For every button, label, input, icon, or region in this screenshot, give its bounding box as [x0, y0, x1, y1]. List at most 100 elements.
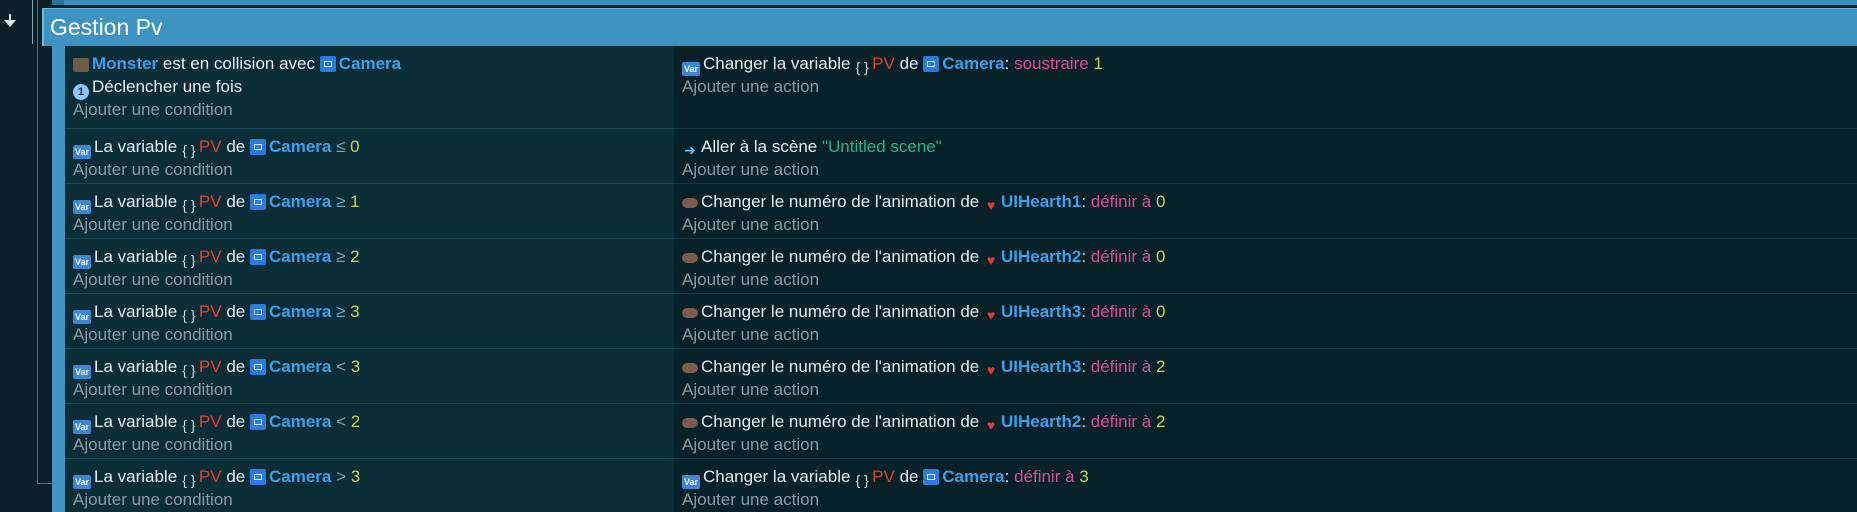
add-action-label[interactable]: Ajouter une action [682, 160, 819, 179]
condition-variable-compare[interactable]: Var La variable { } PV de Camera > 3 [73, 465, 360, 489]
variable-name[interactable]: PV [199, 137, 222, 156]
add-condition-link[interactable]: Ajouter une condition [73, 488, 233, 512]
variable-name[interactable]: PV [199, 412, 222, 431]
variable-name[interactable]: PV [872, 467, 895, 486]
add-action-label[interactable]: Ajouter une action [682, 490, 819, 509]
condition-variable-compare[interactable]: Var La variable { } PV de Camera ≥ 2 [73, 245, 360, 269]
object-name[interactable]: Monster [92, 54, 158, 73]
add-action-label[interactable]: Ajouter une action [682, 215, 819, 234]
variable-name[interactable]: PV [199, 357, 222, 376]
action-anim[interactable]: Changer le numéro de l'animation de ♥ UIH… [682, 410, 1165, 434]
add-condition-label[interactable]: Ajouter une condition [73, 435, 233, 454]
add-condition-label[interactable]: Ajouter une condition [73, 100, 233, 119]
object-name[interactable]: Camera [339, 54, 401, 73]
operation[interactable]: définir à [1091, 302, 1151, 321]
action-anim[interactable]: Changer le numéro de l'animation de ♥ UIH… [682, 300, 1165, 324]
operation[interactable]: définir à [1091, 247, 1151, 266]
add-condition-link[interactable]: Ajouter une condition [73, 323, 233, 347]
object-name[interactable]: UIHearth1 [1001, 192, 1081, 211]
object-name[interactable]: Camera [269, 412, 331, 431]
scene-name[interactable]: "Untitled scene" [822, 137, 942, 156]
object-name[interactable]: UIHearth2 [1001, 247, 1081, 266]
add-condition-label[interactable]: Ajouter une condition [73, 270, 233, 289]
add-action-link[interactable]: Ajouter une action [682, 433, 819, 457]
add-action-label[interactable]: Ajouter une action [682, 435, 819, 454]
condition-variable-compare[interactable]: Var La variable { } PV de Camera ≤ 0 [73, 135, 360, 159]
add-action-label[interactable]: Ajouter une action [682, 325, 819, 344]
comparison-value[interactable]: 3 [350, 302, 359, 321]
add-action-link[interactable]: Ajouter une action [682, 213, 819, 237]
variable-name[interactable]: PV [199, 302, 222, 321]
comparison-value[interactable]: 0 [350, 137, 359, 156]
comparison-value[interactable]: 3 [351, 467, 360, 486]
comparison-value[interactable]: 3 [351, 357, 360, 376]
operation-value[interactable]: 0 [1156, 302, 1165, 321]
action-anim[interactable]: Changer le numéro de l'animation de ♥ UIH… [682, 355, 1165, 379]
add-action-link[interactable]: Ajouter une action [682, 378, 819, 402]
object-name[interactable]: UIHearth3 [1001, 357, 1081, 376]
add-condition-label[interactable]: Ajouter une condition [73, 215, 233, 234]
action-change-var[interactable]: Var Changer la variable { } PV de Camera: … [682, 465, 1089, 489]
add-action-label[interactable]: Ajouter une action [682, 270, 819, 289]
event-group-header[interactable]: Gestion Pv [42, 8, 1857, 46]
condition-variable-compare[interactable]: Var La variable { } PV de Camera ≥ 1 [73, 190, 360, 214]
add-condition-link[interactable]: Ajouter une condition [73, 268, 233, 292]
operation-value[interactable]: 2 [1156, 412, 1165, 431]
operation[interactable]: soustraire [1014, 54, 1089, 73]
object-name[interactable]: Camera [269, 247, 331, 266]
object-name[interactable]: Camera [269, 137, 331, 156]
action-change-var[interactable]: Var Changer la variable { } PV de Camera: … [682, 52, 1103, 76]
object-name[interactable]: UIHearth2 [1001, 412, 1081, 431]
add-action-link[interactable]: Ajouter une action [682, 488, 819, 512]
operation[interactable]: définir à [1014, 467, 1074, 486]
operation[interactable]: définir à [1091, 192, 1151, 211]
operation-value[interactable]: 0 [1156, 247, 1165, 266]
action-anim[interactable]: Changer le numéro de l'animation de ♥ UIH… [682, 245, 1165, 269]
operation-value[interactable]: 0 [1156, 192, 1165, 211]
comparison-value[interactable]: 2 [350, 247, 359, 266]
add-condition-link[interactable]: Ajouter une condition [73, 378, 233, 402]
action-anim[interactable]: Changer le numéro de l'animation de ♥ UIH… [682, 190, 1165, 214]
animation-icon [682, 253, 698, 263]
operation-value[interactable]: 2 [1156, 357, 1165, 376]
add-action-link[interactable]: Ajouter une action [682, 323, 819, 347]
comparison-value[interactable]: 2 [351, 412, 360, 431]
variable-name[interactable]: PV [199, 192, 222, 211]
add-condition-label[interactable]: Ajouter une condition [73, 490, 233, 509]
operation[interactable]: définir à [1091, 357, 1151, 376]
operation-value[interactable]: 3 [1079, 467, 1088, 486]
add-condition-link[interactable]: Ajouter une condition [73, 433, 233, 457]
condition-collision[interactable]: Monster est en collision avec Camera [73, 52, 401, 76]
object-name[interactable]: Camera [269, 467, 331, 486]
variable-name[interactable]: PV [872, 54, 895, 73]
condition-variable-compare[interactable]: Var La variable { } PV de Camera ≥ 3 [73, 300, 360, 324]
condition-trigger-once[interactable]: 1 Déclencher une fois [73, 75, 242, 100]
object-name[interactable]: Camera [269, 357, 331, 376]
action-goto[interactable]: ➜ Aller à la scène "Untitled scene" [682, 135, 942, 159]
add-condition-link[interactable]: Ajouter une condition [73, 98, 233, 122]
condition-variable-compare[interactable]: Var La variable { } PV de Camera < 2 [73, 410, 360, 434]
variable-name[interactable]: PV [199, 247, 222, 266]
add-condition-link[interactable]: Ajouter une condition [73, 213, 233, 237]
add-action-link[interactable]: Ajouter une action [682, 158, 819, 182]
add-action-link[interactable]: Ajouter une action [682, 268, 819, 292]
add-action-label[interactable]: Ajouter une action [682, 380, 819, 399]
add-action-link[interactable]: Ajouter une action [682, 75, 819, 99]
object-name[interactable]: UIHearth3 [1001, 302, 1081, 321]
object-name[interactable]: Camera [269, 302, 331, 321]
add-condition-label[interactable]: Ajouter une condition [73, 160, 233, 179]
variable-name[interactable]: PV [199, 467, 222, 486]
event-group-title[interactable]: Gestion Pv [50, 14, 163, 41]
collapse-arrow-icon[interactable] [4, 20, 16, 27]
object-name[interactable]: Camera [942, 54, 1004, 73]
operation-value[interactable]: 1 [1093, 54, 1102, 73]
comparison-value[interactable]: 1 [350, 192, 359, 211]
operation[interactable]: définir à [1091, 412, 1151, 431]
add-condition-link[interactable]: Ajouter une condition [73, 158, 233, 182]
add-action-label[interactable]: Ajouter une action [682, 77, 819, 96]
add-condition-label[interactable]: Ajouter une condition [73, 325, 233, 344]
object-name[interactable]: Camera [269, 192, 331, 211]
add-condition-label[interactable]: Ajouter une condition [73, 380, 233, 399]
object-name[interactable]: Camera [942, 467, 1004, 486]
condition-variable-compare[interactable]: Var La variable { } PV de Camera < 3 [73, 355, 360, 379]
